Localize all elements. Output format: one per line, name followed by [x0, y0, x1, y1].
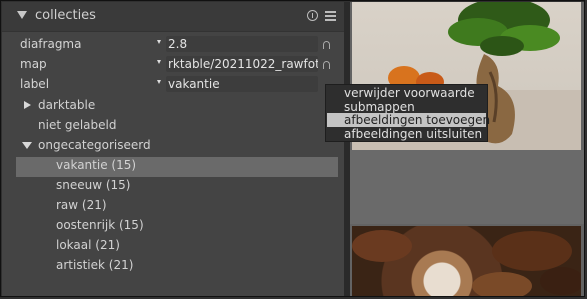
arc-icon[interactable] [323, 41, 330, 49]
rule-value-input[interactable]: vakantie [166, 76, 318, 92]
rule-property[interactable]: map [20, 57, 47, 71]
triangle-down-icon[interactable] [22, 142, 32, 149]
info-icon[interactable] [307, 10, 318, 21]
tree-item-label: ongecategoriseerd [38, 138, 151, 152]
rule-row: label vakantie [2, 75, 344, 94]
tree-item-label: darktable [38, 98, 96, 112]
tree-child-oostenrijk[interactable]: oostenrijk (15) [56, 215, 144, 235]
menu-item-verwijder-voorwaarde[interactable]: verwijder voorwaarde [327, 86, 486, 100]
collections-module: collecties diafragma 2.8 map rktable/202… [2, 2, 344, 296]
arc-icon[interactable] [323, 61, 330, 69]
module-title: collecties [35, 8, 96, 23]
tree-child-sneeuw[interactable]: sneeuw (15) [56, 175, 131, 195]
rule-value-input[interactable]: 2.8 [166, 36, 318, 52]
autumn-leaves-photo [352, 230, 581, 296]
triangle-down-icon[interactable] [17, 11, 27, 19]
small-triangle-down-icon[interactable] [157, 60, 161, 64]
hamburger-menu-icon[interactable] [325, 11, 336, 21]
rule-property[interactable]: diafragma [20, 37, 81, 51]
tree-item-niet-gelabeld[interactable]: niet gelabeld [2, 115, 322, 135]
tree-child-lokaal[interactable]: lokaal (21) [56, 235, 120, 255]
tree-item-darktable[interactable]: darktable [2, 95, 322, 115]
menu-item-afbeeldingen-toevoegen[interactable]: afbeeldingen toevoegen [327, 113, 490, 127]
tree-item-label: niet gelabeld [38, 118, 117, 132]
tree-item-ongecategoriseerd[interactable]: ongecategoriseerd [2, 135, 322, 155]
context-menu: verwijder voorwaarde submappen afbeeldin… [325, 84, 490, 142]
tree-child-artistiek[interactable]: artistiek (21) [56, 255, 133, 275]
thumbnail-gap [350, 150, 584, 224]
small-triangle-down-icon[interactable] [157, 40, 161, 44]
thumbnail-image[interactable] [352, 226, 581, 296]
module-header[interactable]: collecties [2, 2, 344, 32]
menu-item-submappen[interactable]: submappen [327, 100, 486, 114]
rule-value-input[interactable]: rktable/20211022_rawfotos [166, 56, 318, 72]
menu-item-afbeeldingen-uitsluiten[interactable]: afbeeldingen uitsluiten [327, 127, 486, 141]
small-triangle-down-icon[interactable] [157, 80, 161, 84]
rule-property[interactable]: label [20, 77, 49, 91]
rule-row: map rktable/20211022_rawfotos [2, 55, 344, 74]
rule-row: diafragma 2.8 [2, 35, 344, 54]
tree-child-vakantie[interactable]: vakantie (15) [56, 155, 136, 175]
tree-child-raw[interactable]: raw (21) [56, 195, 107, 215]
triangle-right-icon[interactable] [24, 101, 31, 109]
